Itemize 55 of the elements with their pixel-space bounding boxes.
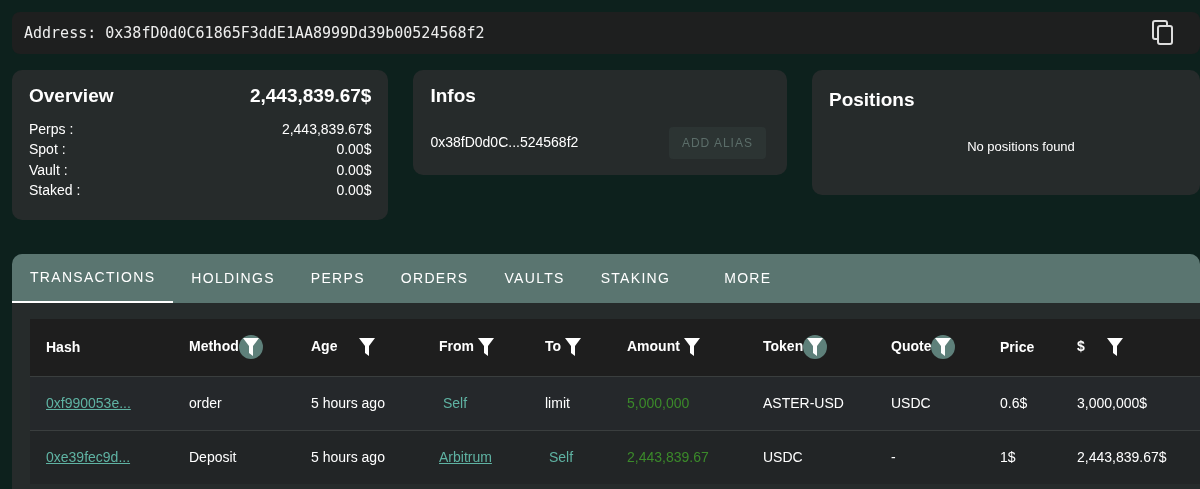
table-cell: 2,443,839.67$: [1077, 448, 1167, 465]
row-label: Vault :: [29, 160, 68, 180]
table-cell: Deposit: [189, 448, 237, 465]
row-value: 0.00$: [336, 140, 372, 159]
row-label: Staked :: [29, 181, 81, 200]
table-cell-text: Self: [442, 394, 468, 411]
tab[interactable]: STAKING: [582, 254, 689, 303]
table-cell: 5 hours ago: [311, 394, 385, 411]
column-header: Method: [189, 337, 239, 354]
table-cell: 0.6$: [1000, 394, 1028, 411]
row-label: Spot :: [29, 140, 66, 159]
table-cell-text: Self: [548, 448, 574, 465]
column-header: Amount: [627, 337, 680, 354]
column-header: Hash: [46, 338, 81, 355]
address-text: 0x38fD0d0C...524568f2: [430, 133, 579, 153]
column-header: Price: [1000, 338, 1035, 355]
tab[interactable]: ORDERS: [382, 254, 487, 303]
link[interactable]: 0xf990053e...: [46, 394, 131, 411]
table-cell: USDC: [891, 394, 931, 411]
address-text: Address: 0x38fD0d0C61865F3ddE1AA8999Dd39b00524568f2: [24, 22, 485, 44]
row-value: 2,443,839.67$: [281, 119, 372, 139]
table-cell: 5,000,000: [627, 394, 690, 411]
row-value: 0.00$: [336, 181, 372, 200]
table-cell: ASTER-USD: [763, 394, 844, 411]
filter-icon[interactable]: [931, 335, 956, 360]
column-header: Quote: [891, 337, 932, 354]
column-header: Age: [311, 337, 338, 354]
column-header: $: [1077, 337, 1085, 354]
table-cell: limit: [545, 394, 570, 411]
card-title: Overview: [29, 84, 114, 108]
tab[interactable]: HOLDINGS: [173, 254, 293, 303]
row-label: Perps :: [29, 119, 74, 139]
column-header: To: [545, 337, 562, 354]
table-cell: 5 hours ago: [311, 448, 385, 465]
card-title: Infos: [430, 84, 477, 108]
filter-icon[interactable]: [803, 335, 828, 360]
table-cell: order: [189, 394, 222, 411]
column-header: From: [439, 337, 474, 354]
empty-message: No positions found: [966, 137, 1076, 156]
tab[interactable]: PERPS: [292, 254, 383, 303]
copy-icon[interactable]: [1152, 20, 1174, 46]
link[interactable]: 0xe39fec9d...: [46, 448, 131, 465]
filter-icon[interactable]: [238, 335, 263, 360]
column-header: Token: [763, 337, 804, 354]
tab[interactable]: MORE: [688, 254, 790, 303]
table-cell: 3,000,000$: [1077, 394, 1148, 411]
link[interactable]: Arbitrum: [439, 448, 492, 465]
row-value: 0.00$: [336, 160, 372, 180]
table-cell: -: [891, 448, 896, 465]
table-cell: USDC: [763, 448, 803, 465]
card-title: Positions: [828, 88, 916, 112]
tab[interactable]: VAULTS: [486, 254, 583, 303]
total-value: 2,443,839.67$: [249, 84, 372, 108]
table-cell: 2,443,839.67: [627, 448, 709, 465]
table-cell: 1$: [1000, 448, 1016, 465]
